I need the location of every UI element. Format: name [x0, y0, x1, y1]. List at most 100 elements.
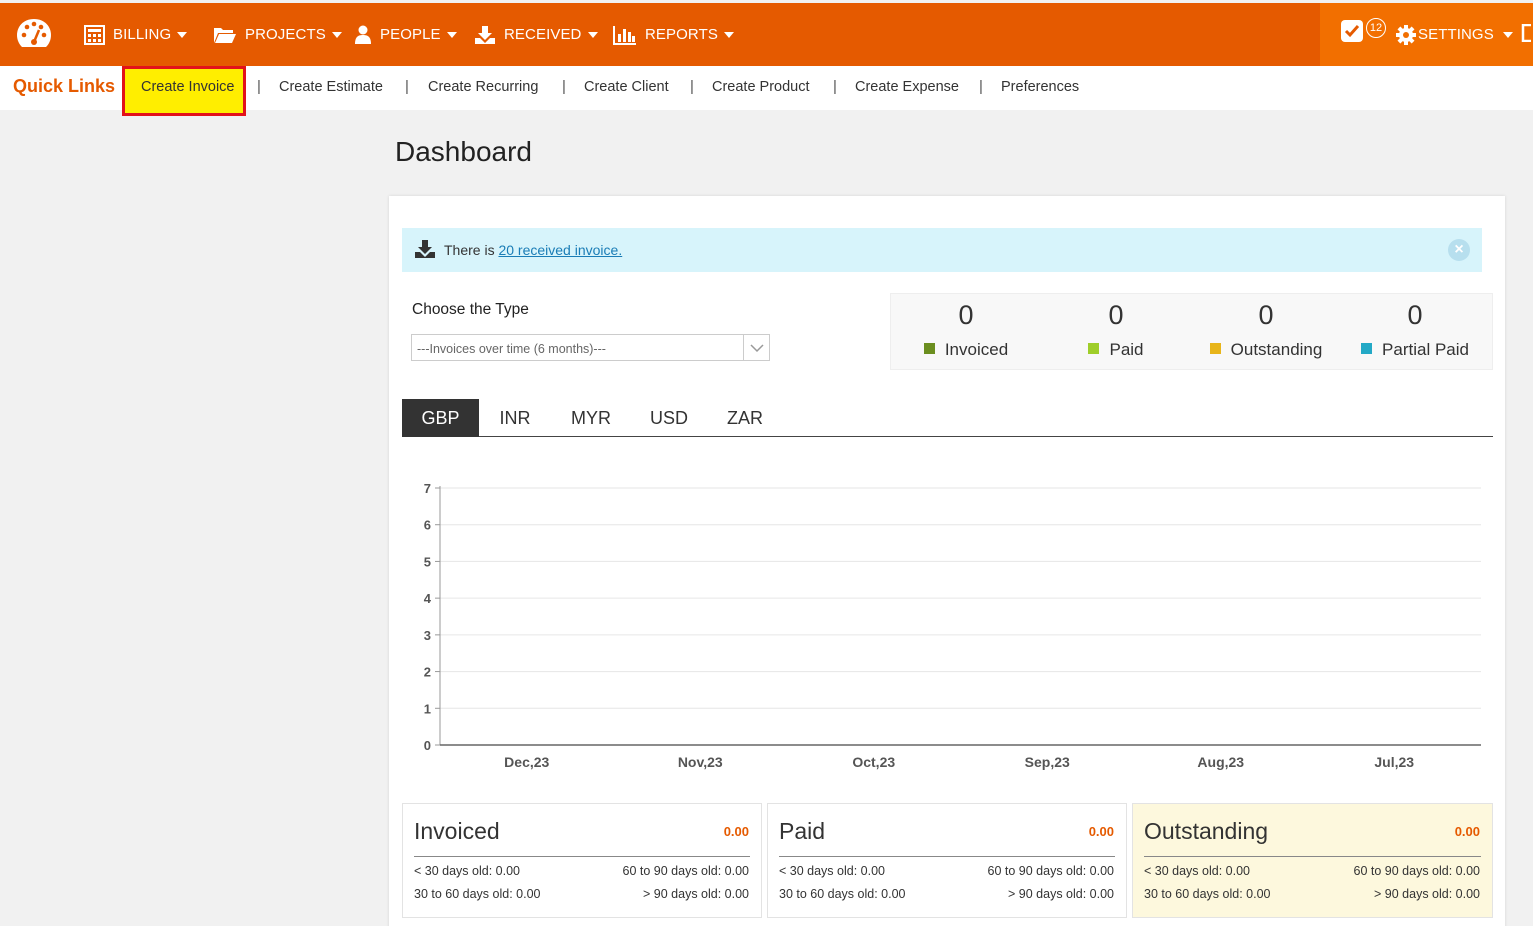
summary-paid: Paid 0.00 < 30 days old: 0.00 60 to 90 d…	[767, 803, 1127, 918]
folder-icon	[214, 27, 236, 43]
top-navbar: BILLING PROJECTS PEOPLE RECEIVED REPORTS…	[0, 3, 1533, 66]
nav-settings-label: SETTINGS	[1418, 26, 1494, 43]
y-tick-label: 0	[424, 738, 431, 753]
chart-type-selected: ---Invoices over time (6 months)---	[417, 342, 606, 356]
divider	[779, 856, 1115, 857]
received-invoice-link[interactable]: 20 received invoice.	[498, 242, 622, 258]
nav-reports-label: REPORTS	[645, 26, 718, 43]
download-icon	[475, 25, 495, 44]
nav-people[interactable]: PEOPLE	[354, 3, 457, 66]
received-invoice-alert: There is 20 received invoice. ×	[402, 228, 1482, 272]
dashboard-logo-icon[interactable]	[15, 16, 53, 50]
alert-message: There is 20 received invoice.	[444, 242, 622, 258]
quick-link-create-invoice[interactable]: Create Invoice	[141, 79, 235, 95]
tab-usd[interactable]: USD	[636, 399, 702, 437]
nav-projects-label: PROJECTS	[245, 26, 326, 43]
quick-link-create-product[interactable]: Create Product	[712, 79, 810, 95]
stat-invoiced: 0 Invoiced	[891, 294, 1041, 369]
quick-link-separator: |	[405, 78, 409, 95]
chevron-down-icon	[177, 31, 188, 38]
nav-billing[interactable]: BILLING	[84, 3, 188, 66]
alert-prefix: There is	[444, 242, 495, 258]
tasks-check-icon[interactable]	[1341, 20, 1363, 42]
notification-count-badge[interactable]: 12	[1366, 18, 1386, 38]
x-tick-label: Aug,23	[1197, 754, 1244, 770]
invoices-over-time-chart: 0 1 2 3 4 5 6 7 Dec,23 Nov,23 Oct,23 Sep,23 Aug,23 Ju…	[424, 481, 1481, 770]
x-tick-label: Sep,23	[1025, 754, 1070, 770]
quick-link-create-recurring[interactable]: Create Recurring	[428, 79, 538, 95]
y-tick-label: 2	[424, 665, 431, 680]
summary-outstanding-title: Outstanding	[1144, 818, 1269, 844]
chevron-down-icon[interactable]	[743, 335, 769, 360]
legend-swatch	[923, 343, 935, 354]
nav-projects[interactable]: PROJECTS	[213, 3, 342, 66]
nav-billing-label: BILLING	[113, 26, 172, 43]
divider	[1144, 856, 1481, 857]
legend-swatch	[1209, 343, 1221, 354]
quick-link-separator: |	[562, 78, 566, 95]
stat-paid-label: Paid	[1109, 340, 1144, 359]
stat-partial-paid-label: Partial Paid	[1382, 340, 1469, 359]
summary-gt90: > 90 days old: 0.00	[1008, 887, 1114, 901]
logout-icon[interactable]	[1521, 24, 1533, 42]
quick-link-create-estimate[interactable]: Create Estimate	[279, 79, 383, 95]
y-tick-label: 3	[424, 628, 431, 643]
summary-30-60: 30 to 60 days old: 0.00	[1144, 887, 1271, 901]
tab-inr[interactable]: INR	[482, 399, 548, 437]
summary-outstanding-amount: 0.00	[1454, 824, 1480, 839]
stat-paid-value: 0	[1108, 300, 1124, 330]
tab-myr[interactable]: MYR	[557, 399, 625, 437]
chevron-down-icon	[1502, 31, 1513, 38]
y-tick-label: 6	[424, 518, 431, 533]
quick-links-title: Quick Links	[13, 76, 116, 96]
quick-link-separator: |	[690, 78, 694, 95]
quick-link-separator: |	[257, 78, 261, 95]
legend-swatch	[1088, 343, 1100, 354]
summary-60-90: 60 to 90 days old: 0.00	[1353, 864, 1480, 878]
summary-30-60: 30 to 60 days old: 0.00	[414, 887, 541, 901]
nav-settings[interactable]: SETTINGS	[1396, 3, 1513, 66]
choose-type-label: Choose the Type	[412, 301, 529, 318]
tab-gbp[interactable]: GBP	[402, 399, 479, 437]
quick-link-preferences[interactable]: Preferences	[1001, 79, 1079, 95]
summary-lt30: < 30 days old: 0.00	[414, 864, 520, 878]
chart-type-select[interactable]: ---Invoices over time (6 months)---	[411, 334, 770, 361]
nav-received[interactable]: RECEIVED	[474, 3, 598, 66]
summary-paid-amount: 0.00	[1088, 824, 1114, 839]
x-tick-label: Oct,23	[852, 754, 895, 770]
quick-links-bar: Quick Links Create Invoice | Create Esti…	[0, 66, 1533, 116]
nav-people-label: PEOPLE	[380, 26, 441, 43]
stat-invoiced-value: 0	[958, 300, 974, 330]
gear-icon	[1396, 24, 1416, 45]
summary-60-90: 60 to 90 days old: 0.00	[622, 864, 749, 878]
invoice-stats: 0 Invoiced 0 Paid 0 Outstanding 0 Partia…	[890, 293, 1493, 370]
y-tick-label: 4	[424, 591, 432, 606]
quick-link-create-client[interactable]: Create Client	[584, 79, 669, 95]
download-icon	[415, 240, 435, 258]
tab-zar[interactable]: ZAR	[712, 399, 778, 437]
summary-60-90: 60 to 90 days old: 0.00	[987, 864, 1114, 878]
nav-reports[interactable]: REPORTS	[613, 3, 734, 66]
stat-outstanding: 0 Outstanding	[1191, 294, 1341, 369]
x-tick-label: Jul,23	[1374, 754, 1414, 770]
summary-30-60: 30 to 60 days old: 0.00	[779, 887, 906, 901]
stat-partial-paid-value: 0	[1407, 300, 1423, 330]
y-tick-label: 1	[424, 701, 431, 716]
close-icon[interactable]: ×	[1448, 239, 1470, 261]
summary-lt30: < 30 days old: 0.00	[779, 864, 885, 878]
chevron-down-icon	[587, 31, 598, 38]
stat-paid: 0 Paid	[1041, 294, 1191, 369]
quick-link-create-expense[interactable]: Create Expense	[855, 79, 959, 95]
chevron-down-icon	[723, 31, 734, 38]
bar-chart-icon	[613, 25, 636, 45]
summary-lt30: < 30 days old: 0.00	[1144, 864, 1250, 878]
x-tick-label: Nov,23	[678, 754, 723, 770]
page-title: Dashboard	[395, 136, 532, 167]
quick-link-separator: |	[833, 78, 837, 95]
nav-received-label: RECEIVED	[504, 26, 582, 43]
stat-outstanding-value: 0	[1258, 300, 1274, 330]
currency-tabs: GBP INR MYR USD ZAR	[402, 399, 1493, 437]
y-tick-label: 7	[424, 481, 431, 496]
chevron-down-icon	[331, 31, 342, 38]
chevron-down-icon	[446, 31, 457, 38]
